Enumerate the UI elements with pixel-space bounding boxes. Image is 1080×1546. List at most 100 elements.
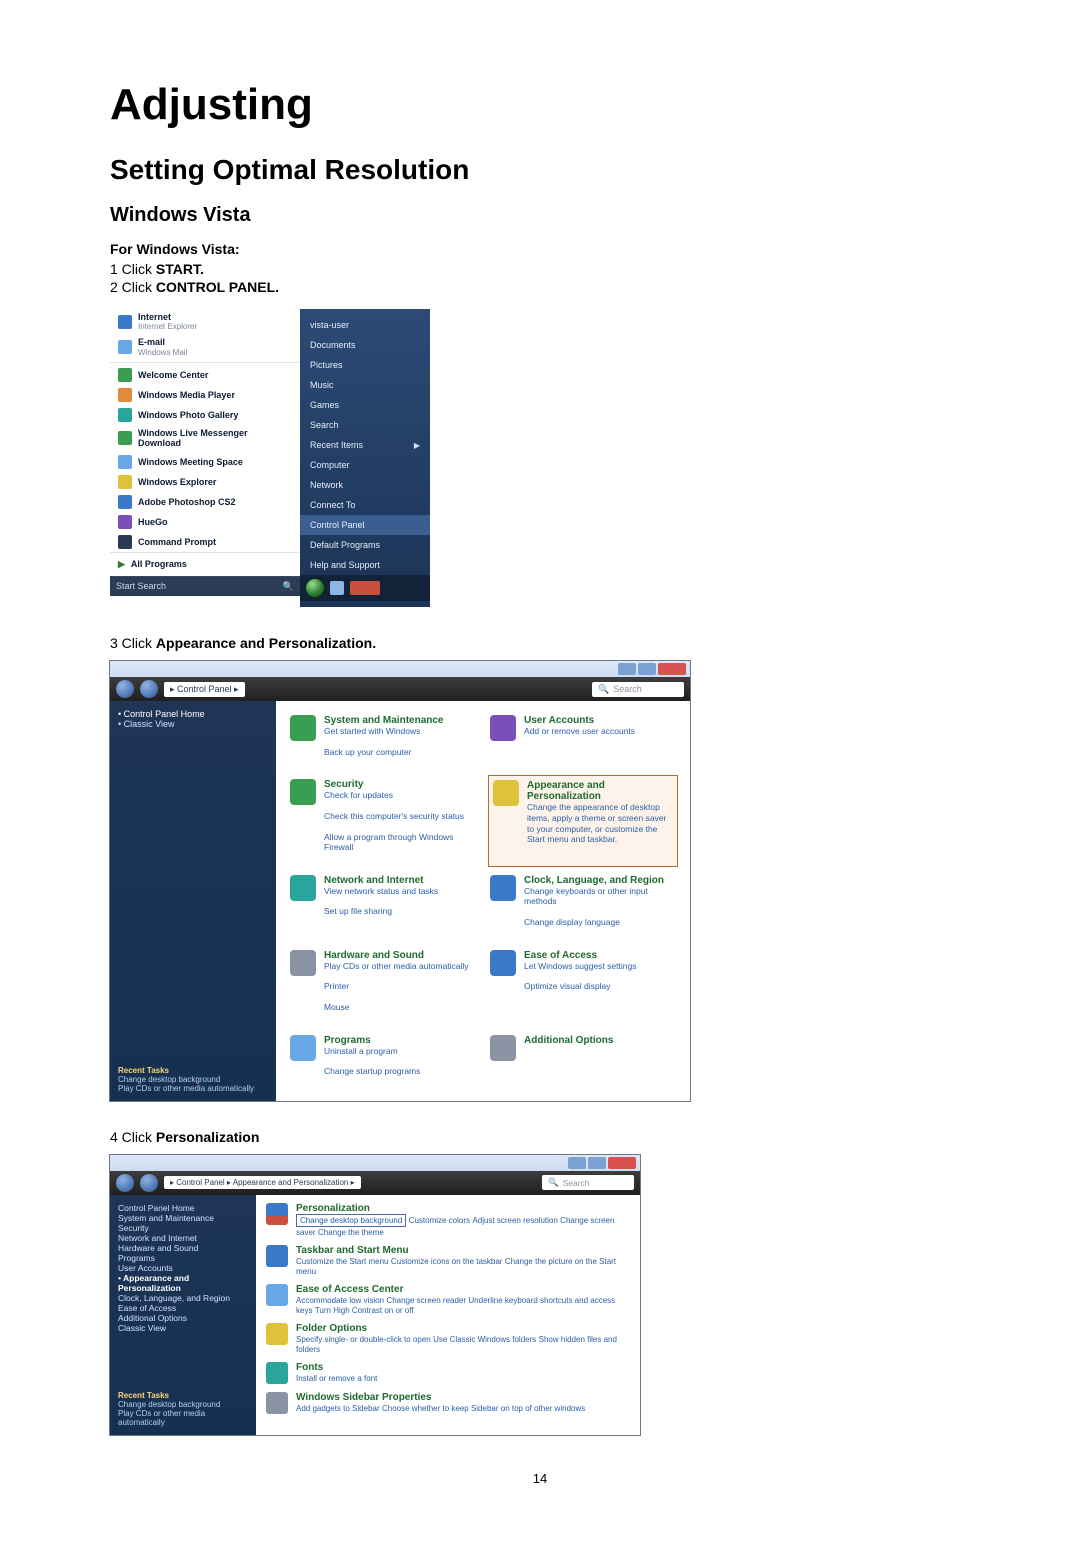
maximize-button[interactable] — [638, 663, 656, 675]
start-menu-item[interactable]: InternetInternet Explorer — [110, 309, 300, 334]
category-link[interactable]: Change the theme — [318, 1228, 384, 1237]
category-link[interactable]: Change startup programs — [324, 1066, 420, 1077]
start-menu-right-item[interactable]: Search — [300, 415, 430, 435]
appearance-category[interactable]: FontsInstall or remove a font — [266, 1362, 630, 1384]
control-panel-category[interactable]: Hardware and SoundPlay CDs or other medi… — [288, 946, 478, 1027]
control-panel-category[interactable]: Network and InternetView network status … — [288, 871, 478, 942]
sidebar-item[interactable]: • Control Panel Home — [118, 709, 268, 719]
category-link[interactable]: Specify single- or double-click to open — [296, 1335, 431, 1344]
control-panel-category[interactable]: SecurityCheck for updatesCheck this comp… — [288, 775, 478, 867]
forward-button[interactable] — [140, 680, 158, 698]
highlighted-link-change-desktop-background[interactable]: Change desktop background — [296, 1214, 406, 1227]
category-link[interactable]: Customize colors — [409, 1216, 470, 1225]
category-link[interactable]: Choose whether to keep Sidebar on top of… — [382, 1404, 585, 1413]
category-link[interactable]: Turn High Contrast on or off — [315, 1306, 414, 1315]
category-link[interactable]: Add gadgets to Sidebar — [296, 1404, 380, 1413]
recent-task-link[interactable]: Change desktop background — [118, 1400, 248, 1409]
control-panel-category[interactable]: Additional Options — [488, 1031, 678, 1091]
category-link[interactable]: Uninstall a program — [324, 1046, 420, 1057]
start-menu-item[interactable]: E-mailWindows Mail — [110, 334, 300, 359]
power-button[interactable] — [350, 581, 380, 595]
sidebar-item[interactable]: • Appearance and Personalization — [118, 1273, 248, 1293]
back-button[interactable] — [116, 680, 134, 698]
start-menu-item[interactable]: HueGo — [110, 512, 300, 532]
control-panel-category[interactable]: ProgramsUninstall a programChange startu… — [288, 1031, 478, 1091]
sidebar-item[interactable]: Security — [118, 1223, 248, 1233]
start-menu-right-item[interactable]: Recent Items▶ — [300, 435, 430, 455]
category-link[interactable]: Check this computer's security status — [324, 811, 476, 822]
sidebar-item[interactable]: Network and Internet — [118, 1233, 248, 1243]
maximize-button[interactable] — [588, 1157, 606, 1169]
start-menu-item[interactable]: Windows Meeting Space — [110, 452, 300, 472]
minimize-button[interactable] — [568, 1157, 586, 1169]
breadcrumb[interactable]: ▸ Control Panel ▸ — [164, 682, 245, 697]
category-link[interactable]: Set up file sharing — [324, 906, 438, 917]
sidebar-item[interactable]: Additional Options — [118, 1313, 248, 1323]
control-panel-category[interactable]: Clock, Language, and RegionChange keyboa… — [488, 871, 678, 942]
recent-task-link[interactable]: Play CDs or other media automatically — [118, 1084, 268, 1093]
sidebar-item[interactable]: Hardware and Sound — [118, 1243, 248, 1253]
category-link[interactable]: Change screen reader — [386, 1296, 466, 1305]
category-link[interactable]: Customize the Start menu — [296, 1257, 388, 1266]
search-input[interactable]: 🔍Search — [542, 1175, 634, 1190]
recent-task-link[interactable]: Change desktop background — [118, 1075, 268, 1084]
sidebar-item[interactable]: Classic View — [118, 1323, 248, 1333]
category-personalization[interactable]: PersonalizationChange desktop background… — [266, 1203, 630, 1237]
category-link[interactable]: Accommodate low vision — [296, 1296, 384, 1305]
category-appearance-personalization[interactable]: Appearance and PersonalizationChange the… — [488, 775, 678, 867]
start-search-input[interactable]: Start Search 🔍 — [110, 576, 300, 596]
start-menu-item[interactable]: Adobe Photoshop CS2 — [110, 492, 300, 512]
start-menu-item[interactable]: Command Prompt — [110, 532, 300, 552]
sidebar-item[interactable]: • Classic View — [118, 719, 268, 729]
start-menu-right-item[interactable]: Pictures — [300, 355, 430, 375]
appearance-category[interactable]: Folder OptionsSpecify single- or double-… — [266, 1323, 630, 1354]
sidebar-item[interactable]: Ease of Access — [118, 1303, 248, 1313]
category-link[interactable]: Use Classic Windows folders — [433, 1335, 536, 1344]
start-menu-item[interactable]: Windows Live Messenger Download — [110, 425, 300, 452]
sidebar-item[interactable]: System and Maintenance — [118, 1213, 248, 1223]
start-menu-right-item[interactable]: Music — [300, 375, 430, 395]
start-menu-right-item-control-panel[interactable]: Control Panel — [300, 515, 430, 535]
category-link[interactable]: Mouse — [324, 1002, 469, 1013]
start-orb-icon[interactable] — [306, 579, 324, 597]
category-link[interactable]: Install or remove a font — [296, 1374, 377, 1383]
category-link[interactable]: Change the appearance of desktop items, … — [527, 802, 673, 845]
category-link[interactable]: Back up your computer — [324, 747, 443, 758]
category-link[interactable]: Allow a program through Windows Firewall — [324, 832, 476, 853]
category-link[interactable]: Change display language — [524, 917, 676, 928]
all-programs-button[interactable]: ▶ All Programs — [110, 552, 300, 576]
start-menu-item[interactable]: Windows Explorer — [110, 472, 300, 492]
start-menu-item[interactable]: Windows Photo Gallery — [110, 405, 300, 425]
minimize-button[interactable] — [618, 663, 636, 675]
search-input[interactable]: 🔍Search — [592, 682, 684, 697]
close-button[interactable] — [608, 1157, 636, 1169]
control-panel-category[interactable]: User AccountsAdd or remove user accounts — [488, 711, 678, 771]
category-link[interactable]: Add or remove user accounts — [524, 726, 635, 737]
category-link[interactable]: Adjust screen resolution — [472, 1216, 557, 1225]
category-link[interactable]: Let Windows suggest settings — [524, 961, 636, 972]
breadcrumb[interactable]: ▸ Control Panel ▸ Appearance and Persona… — [164, 1176, 361, 1189]
category-link[interactable]: Customize icons on the taskbar — [391, 1257, 503, 1266]
start-menu-right-item[interactable]: Default Programs — [300, 535, 430, 555]
control-panel-category[interactable]: Ease of AccessLet Windows suggest settin… — [488, 946, 678, 1027]
start-menu-right-item[interactable]: vista-user — [300, 315, 430, 335]
category-link[interactable]: Printer — [324, 981, 469, 992]
start-menu-right-item[interactable]: Computer — [300, 455, 430, 475]
appearance-category[interactable]: Windows Sidebar PropertiesAdd gadgets to… — [266, 1392, 630, 1414]
start-menu-right-item[interactable]: Games — [300, 395, 430, 415]
sidebar-item[interactable]: User Accounts — [118, 1263, 248, 1273]
start-menu-right-item[interactable]: Documents — [300, 335, 430, 355]
start-menu-item[interactable]: Welcome Center — [110, 365, 300, 385]
category-link[interactable]: Play CDs or other media automatically — [324, 961, 469, 972]
category-link[interactable]: Change keyboards or other input methods — [524, 886, 676, 907]
category-link[interactable]: Optimize visual display — [524, 981, 636, 992]
start-menu-right-item[interactable]: Network — [300, 475, 430, 495]
control-panel-category[interactable]: System and MaintenanceGet started with W… — [288, 711, 478, 771]
lock-icon[interactable] — [330, 581, 344, 595]
forward-button[interactable] — [140, 1174, 158, 1192]
sidebar-item[interactable]: Control Panel Home — [118, 1203, 248, 1213]
category-link[interactable]: Check for updates — [324, 790, 476, 801]
start-menu-item[interactable]: Windows Media Player — [110, 385, 300, 405]
sidebar-item[interactable]: Clock, Language, and Region — [118, 1293, 248, 1303]
sidebar-item[interactable]: Programs — [118, 1253, 248, 1263]
